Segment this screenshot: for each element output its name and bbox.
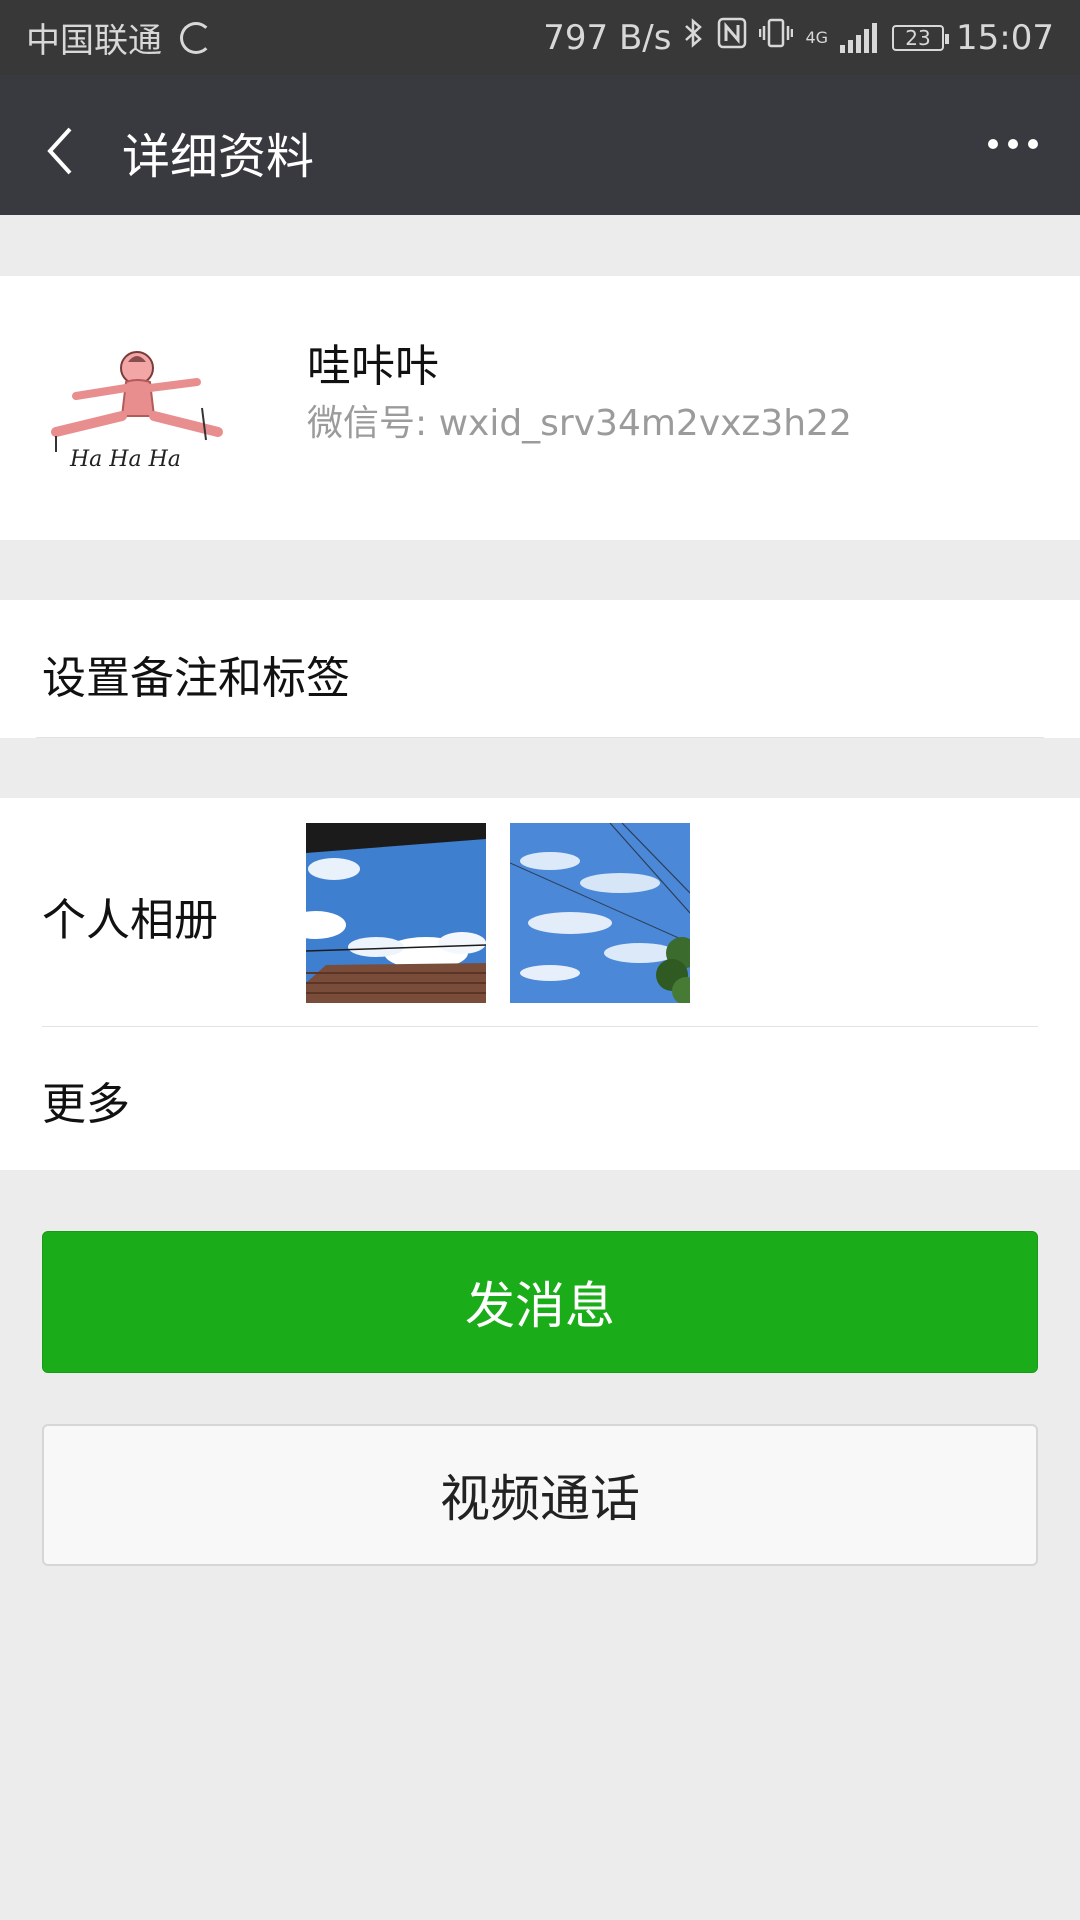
video-call-button[interactable]: 视频通话	[42, 1424, 1038, 1566]
bluetooth-icon	[683, 17, 705, 58]
nfc-icon	[717, 17, 747, 58]
avatar-caption: Ha Ha Ha	[69, 447, 181, 472]
remark-tags-label: 设置备注和标签	[42, 653, 350, 704]
sync-icon	[180, 21, 212, 54]
status-bar-left: 中国联通	[26, 13, 224, 62]
network-type-label: 4G	[805, 28, 829, 47]
album-section: 个人相册 更多	[0, 798, 1080, 1170]
battery-icon: 23	[892, 24, 950, 51]
profile-name: 哇咔咔	[307, 341, 439, 392]
more-row[interactable]: 更多	[42, 1068, 130, 1132]
clock: 15:07	[956, 17, 1054, 58]
wechat-id: 微信号: wxid_srv34m2vxz3h22	[307, 403, 852, 444]
status-bar: 中国联通 797 B/s 4G 23 15:07	[0, 0, 1080, 75]
nav-bar: 详细资料	[0, 75, 1080, 215]
page-title: 详细资料	[122, 129, 315, 185]
carrier-name: 中国联通	[26, 21, 162, 61]
more-options-icon[interactable]	[978, 139, 1038, 149]
vibrate-icon	[759, 17, 794, 58]
profile-card: Ha Ha Ha 哇咔咔 微信号: wxid_srv34m2vxz3h22	[0, 276, 1080, 540]
back-icon[interactable]	[42, 125, 82, 175]
battery-level: 23	[905, 25, 931, 50]
album-photo-2[interactable]	[510, 823, 690, 1003]
remark-tags-row[interactable]: 设置备注和标签	[0, 600, 1080, 738]
divider	[36, 737, 1044, 738]
network-speed: 797 B/s	[543, 17, 672, 58]
album-label[interactable]: 个人相册	[42, 884, 218, 948]
send-message-button[interactable]: 发消息	[42, 1231, 1038, 1373]
signal-icon	[840, 22, 880, 53]
avatar[interactable]: Ha Ha Ha	[42, 316, 232, 506]
divider	[42, 1026, 1038, 1027]
status-bar-right: 797 B/s 4G 23 15:07	[543, 17, 1054, 58]
album-photo-1[interactable]	[306, 823, 486, 1003]
